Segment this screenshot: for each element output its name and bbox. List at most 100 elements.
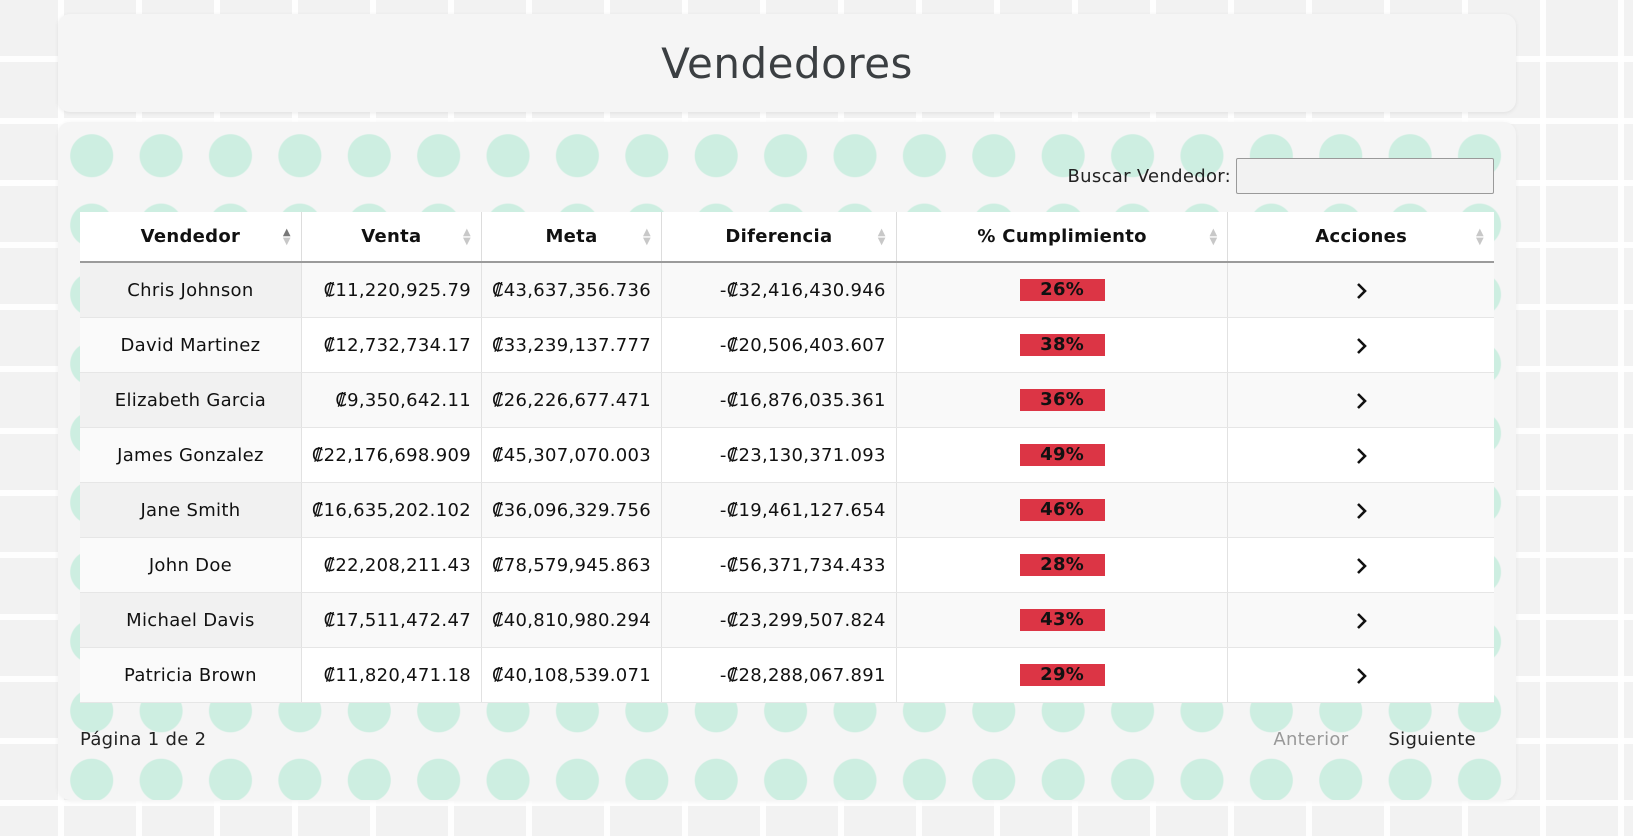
cell-vendedor: Jane Smith	[80, 482, 302, 538]
sort-icon: ▲ ▼	[1209, 226, 1218, 247]
cell-vendedor: Chris Johnson	[80, 262, 302, 318]
cell-diferencia: -₡32,416,430.946	[661, 262, 897, 318]
cell-meta: ₡26,226,677.471	[481, 372, 663, 428]
cell-acciones	[1227, 647, 1494, 703]
cell-diferencia: -₡56,371,734.433	[661, 537, 897, 593]
table-row: Michael Davis ₡17,511,472.47 ₡40,810,980…	[80, 592, 1494, 648]
cell-venta: ₡11,820,471.18	[301, 647, 482, 703]
previous-page-button[interactable]: Anterior	[1273, 729, 1348, 750]
cell-diferencia: -₡16,876,035.361	[661, 372, 897, 428]
page-title: Vendedores	[661, 38, 913, 88]
pager: Anterior Siguiente	[1273, 729, 1476, 750]
cell-cumplimiento: 26%	[896, 262, 1229, 318]
column-header-acciones[interactable]: Acciones ▲ ▼	[1227, 212, 1494, 263]
cell-venta: ₡22,176,698.909	[301, 427, 482, 483]
cell-vendedor: David Martinez	[80, 317, 302, 373]
column-header-label: Acciones	[1315, 226, 1408, 247]
cumplimiento-badge: 43%	[1019, 609, 1105, 631]
sort-asc-icon: ▲ ▼	[282, 226, 291, 247]
cell-acciones	[1227, 482, 1494, 538]
sort-icon: ▲ ▼	[877, 226, 886, 247]
cell-diferencia: -₡20,506,403.607	[661, 317, 897, 373]
column-header-label: Diferencia	[725, 226, 833, 247]
cell-acciones	[1227, 262, 1494, 318]
cell-acciones	[1227, 427, 1494, 483]
sellers-table: Vendedor ▲ ▼ Venta ▲ ▼ Meta ▲ ▼ Diferencia …	[80, 212, 1494, 703]
search-input[interactable]	[1236, 158, 1494, 194]
cell-meta: ₡40,108,539.071	[481, 647, 663, 703]
table-row: Chris Johnson ₡11,220,925.79 ₡43,637,356…	[80, 262, 1494, 318]
cell-diferencia: -₡19,461,127.654	[661, 482, 897, 538]
cell-acciones	[1227, 372, 1494, 428]
cell-venta: ₡17,511,472.47	[301, 592, 482, 648]
cell-vendedor: Michael Davis	[80, 592, 302, 648]
cell-cumplimiento: 49%	[896, 427, 1229, 483]
cell-cumplimiento: 29%	[896, 647, 1229, 703]
chevron-right-icon[interactable]	[1351, 611, 1371, 631]
cell-acciones	[1227, 537, 1494, 593]
cell-diferencia: -₡23,299,507.824	[661, 592, 897, 648]
cell-vendedor: Patricia Brown	[80, 647, 302, 703]
cell-diferencia: -₡23,130,371.093	[661, 427, 897, 483]
sort-icon: ▲ ▼	[643, 226, 652, 247]
header-card: Vendedores	[58, 14, 1516, 112]
search-label: Buscar Vendedor:	[1067, 165, 1231, 187]
table-row: Patricia Brown ₡11,820,471.18 ₡40,108,53…	[80, 647, 1494, 703]
cell-vendedor: James Gonzalez	[80, 427, 302, 483]
table-footer: Página 1 de 2 Anterior Siguiente	[80, 724, 1476, 754]
column-header-diferencia[interactable]: Diferencia ▲ ▼	[661, 212, 897, 263]
cell-acciones	[1227, 317, 1494, 373]
column-header-label: Venta	[361, 226, 422, 247]
cell-venta: ₡12,732,734.17	[301, 317, 482, 373]
chevron-right-icon[interactable]	[1351, 336, 1371, 356]
cell-vendedor: John Doe	[80, 537, 302, 593]
chevron-right-icon[interactable]	[1351, 281, 1371, 301]
cell-meta: ₡45,307,070.003	[481, 427, 663, 483]
cell-meta: ₡36,096,329.756	[481, 482, 663, 538]
cumplimiento-badge: 46%	[1019, 499, 1105, 521]
column-header-cumplimiento[interactable]: % Cumplimiento ▲ ▼	[896, 212, 1229, 263]
cell-meta: ₡40,810,980.294	[481, 592, 663, 648]
cumplimiento-badge: 38%	[1019, 334, 1105, 356]
column-header-venta[interactable]: Venta ▲ ▼	[301, 212, 482, 263]
cumplimiento-badge: 49%	[1019, 444, 1105, 466]
cell-acciones	[1227, 592, 1494, 648]
table-row: David Martinez ₡12,732,734.17 ₡33,239,13…	[80, 317, 1494, 373]
table-row: John Doe ₡22,208,211.43 ₡78,579,945.863 …	[80, 537, 1494, 593]
cell-cumplimiento: 38%	[896, 317, 1229, 373]
page-info: Página 1 de 2	[80, 728, 207, 750]
cumplimiento-badge: 29%	[1019, 664, 1105, 686]
cell-cumplimiento: 46%	[896, 482, 1229, 538]
table-row: James Gonzalez ₡22,176,698.909 ₡45,307,0…	[80, 427, 1494, 483]
cell-venta: ₡22,208,211.43	[301, 537, 482, 593]
cell-vendedor: Elizabeth Garcia	[80, 372, 302, 428]
next-page-button[interactable]: Siguiente	[1388, 729, 1476, 750]
cumplimiento-badge: 36%	[1019, 389, 1105, 411]
column-header-label: % Cumplimiento	[977, 226, 1147, 247]
cell-venta: ₡9,350,642.11	[301, 372, 482, 428]
cell-cumplimiento: 43%	[896, 592, 1229, 648]
column-header-label: Meta	[545, 226, 598, 247]
chevron-right-icon[interactable]	[1351, 666, 1371, 686]
cumplimiento-badge: 28%	[1019, 554, 1105, 576]
search-bar: Buscar Vendedor:	[1068, 158, 1494, 194]
sort-icon: ▲ ▼	[1476, 226, 1484, 247]
cell-venta: ₡16,635,202.102	[301, 482, 482, 538]
sort-icon: ▲ ▼	[462, 226, 471, 247]
chevron-right-icon[interactable]	[1351, 501, 1371, 521]
chevron-right-icon[interactable]	[1351, 556, 1371, 576]
column-header-label: Vendedor	[140, 226, 241, 247]
main-card: Buscar Vendedor: Vendedor ▲ ▼ Venta ▲ ▼ Me…	[58, 122, 1516, 800]
column-header-meta[interactable]: Meta ▲ ▼	[481, 212, 663, 263]
column-header-vendedor[interactable]: Vendedor ▲ ▼	[80, 212, 302, 263]
cell-diferencia: -₡28,288,067.891	[661, 647, 897, 703]
cell-meta: ₡43,637,356.736	[481, 262, 663, 318]
chevron-right-icon[interactable]	[1351, 446, 1371, 466]
chevron-right-icon[interactable]	[1351, 391, 1371, 411]
table-row: Jane Smith ₡16,635,202.102 ₡36,096,329.7…	[80, 482, 1494, 538]
cumplimiento-badge: 26%	[1019, 279, 1105, 301]
cell-meta: ₡78,579,945.863	[481, 537, 663, 593]
table-header-row: Vendedor ▲ ▼ Venta ▲ ▼ Meta ▲ ▼ Diferencia …	[80, 212, 1494, 263]
cell-meta: ₡33,239,137.777	[481, 317, 663, 373]
cell-cumplimiento: 28%	[896, 537, 1229, 593]
